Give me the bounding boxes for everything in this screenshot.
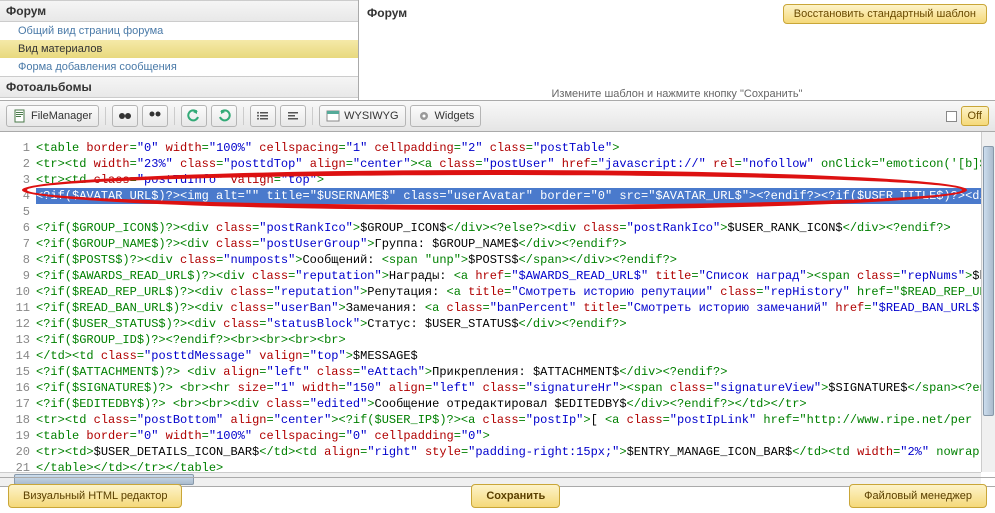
redo-button[interactable]: [211, 105, 237, 127]
file-manager-bottom-button[interactable]: Файловый менеджер: [849, 484, 987, 508]
code-line[interactable]: <tr><td class="postBottom" align="center…: [36, 412, 995, 428]
code-line[interactable]: <?if($GROUP_ICON$)?><div class="postRank…: [36, 220, 995, 236]
code-line[interactable]: <tr><td width="23%" class="posttdTop" al…: [36, 156, 995, 172]
visual-editor-button[interactable]: Визуальный HTML редактор: [8, 484, 182, 508]
section-photo[interactable]: Фотоальбомы: [0, 76, 358, 98]
gear-icon: [417, 109, 431, 123]
align-button[interactable]: [280, 105, 306, 127]
code-line[interactable]: <?if($EDITEDBY$)?> <br><br><div class="e…: [36, 396, 995, 412]
line-numbers: 123456789101112131415161718192021: [0, 132, 36, 486]
tree-item-overview[interactable]: Общий вид страниц форума: [0, 22, 358, 40]
redo-icon: [217, 109, 231, 123]
code-line[interactable]: [36, 204, 995, 220]
bottom-bar: Визуальный HTML редактор Сохранить Файло…: [0, 477, 995, 513]
code-line[interactable]: <?if($ATTACHMENT$)?> <div align="left" c…: [36, 364, 995, 380]
code-line[interactable]: <table border="0" width="100%" cellspaci…: [36, 428, 995, 444]
code-line[interactable]: <?if($USER_STATUS$)?><div class="statusB…: [36, 316, 995, 332]
code-line[interactable]: <?if($GROUP_ID$)?><?endif?><br><br><br><…: [36, 332, 995, 348]
list-icon: [256, 109, 270, 123]
wysiwyg-label: WYSIWYG: [344, 110, 398, 122]
toggle-checkbox[interactable]: [946, 111, 957, 122]
code-line[interactable]: <?if($GROUP_NAME$)?><div class="postUser…: [36, 236, 995, 252]
code-line[interactable]: </td><td class="posttdMessage" valign="t…: [36, 348, 995, 364]
align-icon: [286, 109, 300, 123]
toolbar-sep: [174, 107, 175, 125]
tree-item-addform[interactable]: Форма добавления сообщения: [0, 58, 358, 76]
code-line[interactable]: <?if($AVATAR_URL$)?><img alt="" title="$…: [36, 188, 995, 204]
widgets-button[interactable]: Widgets: [410, 105, 482, 127]
code-editor[interactable]: 123456789101112131415161718192021 <table…: [0, 132, 995, 487]
code-line[interactable]: <?if($SIGNATURE$)?> <br><hr size="1" wid…: [36, 380, 995, 396]
file-icon: [13, 109, 27, 123]
code-line[interactable]: <?if($POSTS$)?><div class="numposts">Соо…: [36, 252, 995, 268]
file-manager-label: FileManager: [31, 110, 92, 122]
code-line[interactable]: <?if($READ_BAN_URL$)?><div class="userBa…: [36, 300, 995, 316]
restore-template-button[interactable]: Восстановить стандартный шаблон: [783, 4, 987, 24]
vertical-scrollbar[interactable]: [981, 132, 995, 472]
binoculars-icon: [118, 109, 132, 123]
code-line[interactable]: <table border="0" width="100%" cellspaci…: [36, 140, 995, 156]
off-button[interactable]: Off: [961, 106, 989, 126]
info-panel: Форум Восстановить стандартный шаблон Из…: [359, 0, 995, 100]
code-line[interactable]: <?if($READ_REP_URL$)?><div class="reputa…: [36, 284, 995, 300]
toolbar-sep: [243, 107, 244, 125]
code-line[interactable]: <tr><td>$USER_DETAILS_ICON_BAR$</td><td …: [36, 444, 995, 460]
wysiwyg-button[interactable]: WYSIWYG: [319, 105, 405, 127]
toolbar-sep: [105, 107, 106, 125]
scroll-thumb-v[interactable]: [983, 146, 994, 416]
tree-item-materials[interactable]: Вид материалов: [0, 40, 358, 58]
top-panel: Форум Общий вид страниц форума Вид матер…: [0, 0, 995, 100]
undo-button[interactable]: [181, 105, 207, 127]
widgets-label: Widgets: [435, 110, 475, 122]
replace-button[interactable]: [142, 105, 168, 127]
hint-text: Измените шаблон и нажмите кнопку "Сохран…: [367, 88, 987, 100]
code-line[interactable]: <tr><td class="postTdInfo" valign="top">: [36, 172, 995, 188]
code-area[interactable]: <table border="0" width="100%" cellspaci…: [36, 132, 995, 486]
file-manager-button[interactable]: FileManager: [6, 105, 99, 127]
code-line[interactable]: <?if($AWARDS_READ_URL$)?><div class="rep…: [36, 268, 995, 284]
section-forum[interactable]: Форум: [0, 0, 358, 22]
wysiwyg-icon: [326, 109, 340, 123]
search-button[interactable]: [112, 105, 138, 127]
sidebar: Форум Общий вид страниц форума Вид матер…: [0, 0, 359, 100]
editor-toolbar: FileManager WYSIWYG Widgets Off: [0, 100, 995, 132]
replace-icon: [148, 109, 162, 123]
list-button[interactable]: [250, 105, 276, 127]
save-button[interactable]: Сохранить: [471, 484, 560, 508]
undo-icon: [187, 109, 201, 123]
toolbar-sep: [312, 107, 313, 125]
